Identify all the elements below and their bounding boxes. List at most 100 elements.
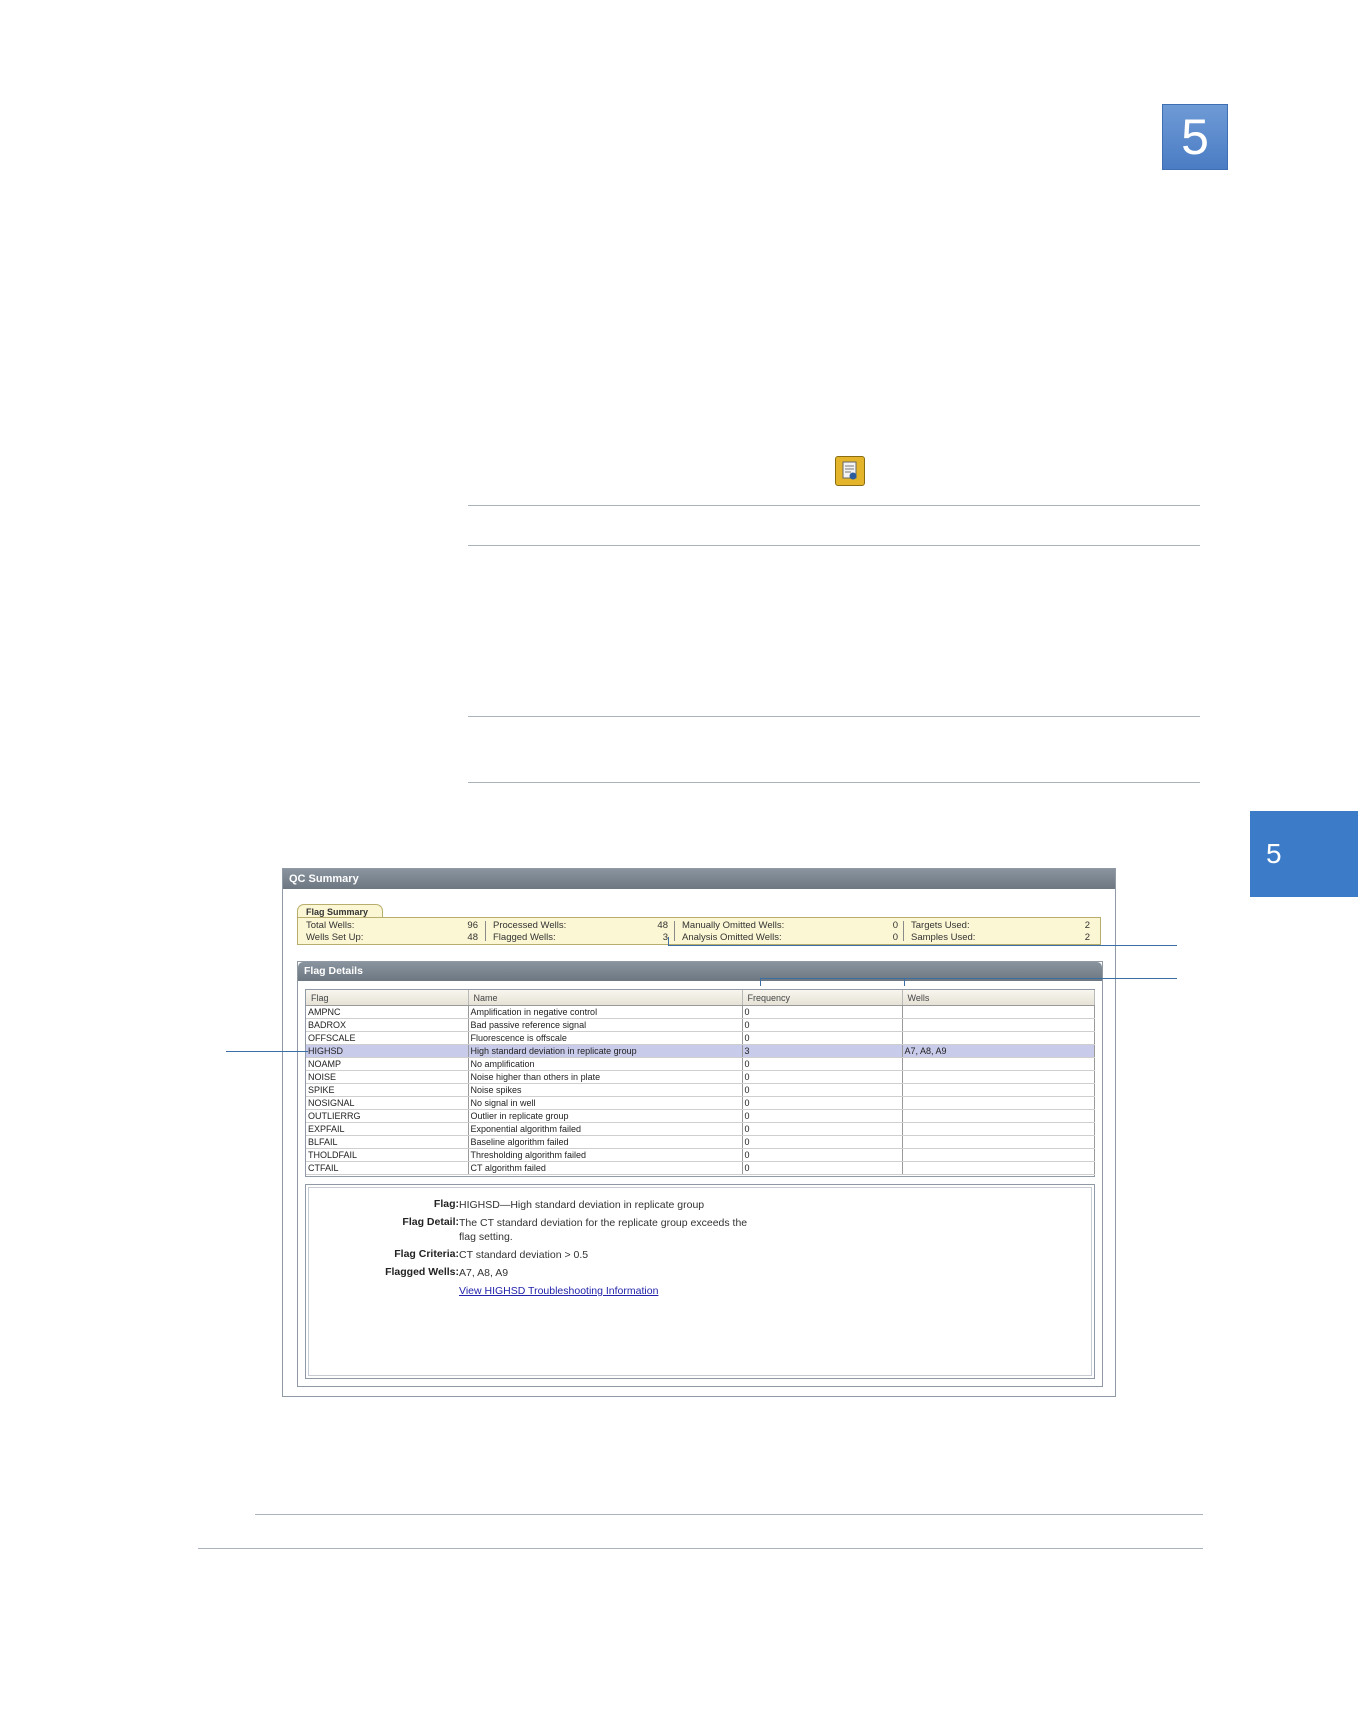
- divider: [468, 505, 1200, 506]
- divider: [468, 545, 1200, 546]
- cell-wells: [902, 1083, 1095, 1097]
- cell-name: Outlier in replicate group: [468, 1109, 743, 1123]
- flagged-wells-detail-value: A7, A8, A9: [459, 1267, 509, 1279]
- troubleshooting-link[interactable]: View HIGHSD Troubleshooting Information: [459, 1284, 658, 1298]
- cell-wells: [902, 1161, 1095, 1175]
- callout-line-columns: [760, 978, 1177, 979]
- cell-wells: A7, A8, A9: [902, 1044, 1095, 1058]
- cell-flag: NOISE: [306, 1070, 469, 1084]
- flag-table: Flag Name Frequency Wells AMPNC Amplifica…: [305, 989, 1095, 1177]
- callout-line-flagged-wells: [668, 945, 1177, 946]
- cell-name: Amplification in negative control: [468, 1005, 743, 1019]
- flag-criteria-value: CT standard deviation > 0.5: [459, 1249, 589, 1261]
- wells-set-up-value: 48: [467, 932, 478, 943]
- callout-line-selected-row: [226, 1051, 308, 1052]
- cell-wells: [902, 1018, 1095, 1032]
- table-row[interactable]: NOSIGNAL No signal in well 0: [306, 1096, 1095, 1110]
- cell-frequency: 0: [742, 1031, 903, 1045]
- table-row[interactable]: NOISE Noise higher than others in plate 0: [306, 1070, 1095, 1084]
- flag-summary-tab[interactable]: Flag Summary: [297, 904, 383, 918]
- cell-wells: [902, 1122, 1095, 1136]
- flag-detail-inner: Flag: HIGHSD—High standard deviation in …: [308, 1187, 1092, 1376]
- table-row[interactable]: BLFAIL Baseline algorithm failed 0: [306, 1135, 1095, 1149]
- cell-flag: BLFAIL: [306, 1135, 469, 1149]
- cell-wells: [902, 1096, 1095, 1110]
- cell-wells: [902, 1148, 1095, 1162]
- divider: [903, 921, 904, 941]
- cell-name: Exponential algorithm failed: [468, 1122, 743, 1136]
- table-row[interactable]: OFFSCALE Fluorescence is offscale 0: [306, 1031, 1095, 1045]
- cell-frequency: 0: [742, 1070, 903, 1084]
- cell-frequency: 0: [742, 1005, 903, 1019]
- flag-detail-label: Flag Detail:: [402, 1216, 459, 1228]
- cell-name: No signal in well: [468, 1096, 743, 1110]
- cell-name: Noise spikes: [468, 1083, 743, 1097]
- cell-frequency: 0: [742, 1057, 903, 1071]
- flag-detail-box: Flag: HIGHSD—High standard deviation in …: [305, 1184, 1095, 1379]
- flag-summary-panel: Total Wells: 96 Wells Set Up: 48 Process…: [297, 917, 1101, 945]
- cell-flag: EXPFAIL: [306, 1122, 469, 1136]
- column-header-name[interactable]: Name: [468, 990, 743, 1006]
- cell-name: No amplification: [468, 1057, 743, 1071]
- cell-wells: [902, 1057, 1095, 1071]
- table-row[interactable]: SPIKE Noise spikes 0: [306, 1083, 1095, 1097]
- cell-name: Baseline algorithm failed: [468, 1135, 743, 1149]
- flagged-wells-detail-label: Flagged Wells:: [385, 1266, 459, 1278]
- flag-detail-value-line2: flag setting.: [459, 1231, 513, 1243]
- table-row[interactable]: AMPNC Amplification in negative control 0: [306, 1005, 1095, 1019]
- qc-summary-title: QC Summary: [283, 869, 1115, 889]
- cell-flag: HIGHSD: [306, 1044, 469, 1058]
- flagged-wells-label: Flagged Wells:: [493, 932, 556, 943]
- wells-set-up-label: Wells Set Up:: [306, 932, 364, 943]
- cell-frequency: 0: [742, 1135, 903, 1149]
- table-row[interactable]: OUTLIERRG Outlier in replicate group 0: [306, 1109, 1095, 1123]
- table-row[interactable]: CTFAIL CT algorithm failed 0: [306, 1161, 1095, 1175]
- flag-value: HIGHSD—High standard deviation in replic…: [459, 1199, 705, 1211]
- divider: [198, 1548, 1203, 1549]
- qc-summary-window: QC Summary Flag Summary Total Wells: 96 …: [282, 868, 1116, 1397]
- table-row[interactable]: NOAMP No amplification 0: [306, 1057, 1095, 1071]
- table-row[interactable]: BADROX Bad passive reference signal 0: [306, 1018, 1095, 1032]
- samples-used-value: 2: [1084, 932, 1090, 943]
- callout-line-columns: [904, 978, 905, 986]
- table-row[interactable]: THOLDFAIL Thresholding algorithm failed 0: [306, 1148, 1095, 1162]
- cell-frequency: 0: [742, 1109, 903, 1123]
- divider: [468, 716, 1200, 717]
- cell-wells: [902, 1135, 1095, 1149]
- cell-flag: SPIKE: [306, 1083, 469, 1097]
- cell-frequency: 0: [742, 1161, 903, 1175]
- column-header-wells[interactable]: Wells: [902, 990, 1095, 1006]
- flag-criteria-label: Flag Criteria:: [394, 1248, 459, 1260]
- cell-flag: BADROX: [306, 1018, 469, 1032]
- divider: [468, 782, 1200, 783]
- cell-frequency: 0: [742, 1096, 903, 1110]
- samples-used-label: Samples Used:: [911, 932, 976, 943]
- cell-flag: CTFAIL: [306, 1161, 469, 1175]
- cell-name: Bad passive reference signal: [468, 1018, 743, 1032]
- cell-name: CT algorithm failed: [468, 1161, 743, 1175]
- analysis-omitted-value: 0: [892, 932, 898, 943]
- divider: [255, 1514, 1203, 1515]
- table-row[interactable]: HIGHSD High standard deviation in replica…: [306, 1044, 1095, 1058]
- cell-frequency: 0: [742, 1018, 903, 1032]
- flagged-wells-value[interactable]: 3: [638, 931, 668, 944]
- cell-wells: [902, 1070, 1095, 1084]
- table-row[interactable]: EXPFAIL Exponential algorithm failed 0: [306, 1122, 1095, 1136]
- cell-name: High standard deviation in replicate gro…: [468, 1044, 743, 1058]
- divider: [485, 921, 486, 941]
- cell-frequency: 0: [742, 1083, 903, 1097]
- cell-flag: OUTLIERRG: [306, 1109, 469, 1123]
- flag-details-panel: Flag Details Flag Name Frequency Wells A…: [297, 961, 1103, 1387]
- flag-label: Flag:: [433, 1198, 459, 1210]
- cell-flag: NOAMP: [306, 1057, 469, 1071]
- chapter-number-badge: 5: [1162, 104, 1228, 170]
- column-header-frequency[interactable]: Frequency: [742, 990, 903, 1006]
- cell-flag: OFFSCALE: [306, 1031, 469, 1045]
- column-header-flag[interactable]: Flag: [306, 990, 469, 1006]
- cell-name: Fluorescence is offscale: [468, 1031, 743, 1045]
- cell-frequency: 0: [742, 1122, 903, 1136]
- cell-frequency: 3: [742, 1044, 903, 1058]
- analysis-omitted-label: Analysis Omitted Wells:: [682, 932, 782, 943]
- flag-detail-value-line1: The CT standard deviation for the replic…: [459, 1217, 748, 1229]
- cell-flag: NOSIGNAL: [306, 1096, 469, 1110]
